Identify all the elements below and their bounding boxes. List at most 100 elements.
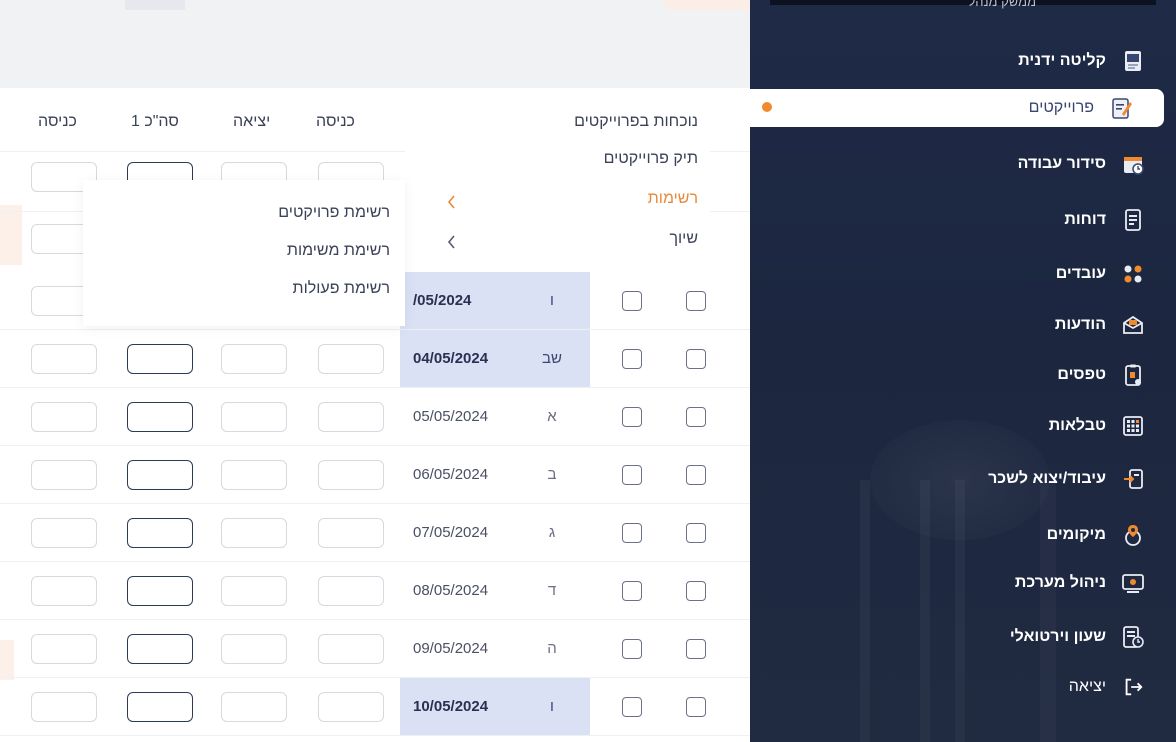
column-header-entry-2: כניסה [38, 113, 77, 130]
row-checkbox[interactable] [622, 697, 642, 717]
submenu-item-action-list[interactable]: רשימת פעולות [293, 280, 390, 298]
sidebar-item-locations[interactable]: מיקומים [750, 516, 1176, 554]
time-input[interactable] [318, 518, 384, 548]
payroll-export-icon [1120, 466, 1146, 492]
row-checkbox[interactable] [686, 581, 706, 601]
time-input[interactable] [318, 576, 384, 606]
tables-icon [1120, 413, 1146, 439]
virtual-clock-icon [1120, 624, 1146, 650]
time-input[interactable] [318, 402, 384, 432]
time-input[interactable] [221, 576, 287, 606]
calendar-icon [1120, 151, 1146, 177]
time-input[interactable] [221, 344, 287, 374]
time-input[interactable] [318, 460, 384, 490]
sidebar-item-system-admin[interactable]: ניהול מערכת [750, 564, 1176, 602]
menu-item-project-file[interactable]: תיק פרוייקטים [604, 150, 698, 168]
top-bar [770, 0, 1156, 5]
row-day: שב [542, 350, 562, 367]
time-input[interactable] [31, 518, 97, 548]
row-checkbox[interactable] [686, 291, 706, 311]
time-input[interactable] [31, 344, 97, 374]
time-input[interactable] [31, 576, 97, 606]
total-input[interactable] [127, 518, 193, 548]
time-input[interactable] [318, 344, 384, 374]
time-input[interactable] [221, 634, 287, 664]
row-checkbox[interactable] [622, 349, 642, 369]
sidebar-item-forms[interactable]: טפסים [750, 356, 1176, 394]
forms-icon [1120, 362, 1146, 388]
sidebar-item-virtual-clock[interactable]: שעון וירטואלי [750, 618, 1176, 656]
total-input[interactable] [127, 692, 193, 722]
row-checkbox[interactable] [622, 581, 642, 601]
menu-item-assignment[interactable]: שיוך [669, 230, 698, 248]
sidebar-item-label: עובדים [1055, 265, 1106, 282]
row-date: /05/2024 [413, 292, 472, 309]
sidebar-item-messages[interactable]: הודעות [750, 306, 1176, 344]
locations-icon [1120, 522, 1146, 548]
row-checkbox[interactable] [622, 639, 642, 659]
sidebar-item-label: יציאה [1068, 678, 1106, 695]
time-input[interactable] [31, 634, 97, 664]
sidebar-item-label: סידור עבודה [1017, 155, 1106, 172]
submenu-item-task-list[interactable]: רשימת משימות [287, 242, 390, 260]
time-input[interactable] [221, 692, 287, 722]
row-checkbox[interactable] [622, 291, 642, 311]
row-checkbox[interactable] [686, 407, 706, 427]
sidebar-item-manual-entry[interactable]: קליטה ידנית [750, 42, 1176, 80]
sidebar-item-logout[interactable]: יציאה [750, 668, 1176, 706]
sidebar-item-label: עיבוד/יצוא לשכר [988, 470, 1106, 487]
row-checkbox[interactable] [686, 697, 706, 717]
row-day: ד [547, 582, 557, 599]
chevron-left-icon [447, 235, 456, 249]
row-checkbox[interactable] [686, 465, 706, 485]
logout-icon [1120, 674, 1146, 700]
sidebar-item-projects[interactable]: פרוייקטים [750, 89, 1164, 127]
time-input[interactable] [31, 460, 97, 490]
column-header-exit: יציאה [233, 113, 271, 130]
row-date: 07/05/2024 [413, 524, 489, 541]
sidebar-item-reports[interactable]: דוחות [750, 201, 1176, 239]
sidebar-item-label: הודעות [1054, 316, 1106, 333]
sidebar-item-label: פרוייקטים [1028, 99, 1094, 116]
top-toolbar-area [0, 0, 750, 88]
sidebar-item-payroll-export[interactable]: עיבוד/יצוא לשכר [750, 460, 1176, 498]
sidebar-item-tables[interactable]: טבלאות [750, 407, 1176, 445]
total-input[interactable] [127, 344, 193, 374]
sidebar-item-label: שעון וירטואלי [1009, 628, 1106, 645]
total-input[interactable] [127, 460, 193, 490]
chevron-left-icon [447, 195, 456, 209]
row-date: 05/05/2024 [413, 408, 489, 425]
sidebar-item-label: קליטה ידנית [1018, 52, 1106, 69]
submenu-item-project-list[interactable]: רשימת פרויקטים [278, 204, 390, 222]
time-input[interactable] [318, 692, 384, 722]
total-input[interactable] [127, 634, 193, 664]
time-input[interactable] [221, 460, 287, 490]
time-input[interactable] [221, 402, 287, 432]
sidebar-item-employees[interactable]: עובדים [750, 255, 1176, 293]
row-checkbox[interactable] [622, 523, 642, 543]
row-checkbox[interactable] [686, 639, 706, 659]
row-day: ג [548, 524, 556, 541]
time-input[interactable] [31, 692, 97, 722]
total-input[interactable] [127, 576, 193, 606]
sidebar-item-work-schedule[interactable]: סידור עבודה [750, 145, 1176, 183]
row-checkbox[interactable] [686, 523, 706, 543]
row-date: 09/05/2024 [413, 640, 489, 657]
row-checkbox[interactable] [622, 407, 642, 427]
row-day: א [547, 408, 557, 425]
top-decor [665, 0, 750, 10]
time-input[interactable] [31, 402, 97, 432]
menu-item-lists[interactable]: רשימות [648, 190, 698, 208]
time-input[interactable] [221, 518, 287, 548]
time-input[interactable] [318, 634, 384, 664]
row-date: 04/05/2024 [413, 350, 489, 367]
row-checkbox[interactable] [686, 349, 706, 369]
row-checkbox[interactable] [622, 465, 642, 485]
table-row: 05/05/2024 א [0, 388, 750, 446]
table-row: 10/05/2024 ו [0, 678, 750, 736]
manual-entry-icon [1120, 48, 1146, 74]
total-input[interactable] [127, 402, 193, 432]
row-date: 10/05/2024 [413, 698, 489, 715]
menu-item-project-attendance[interactable]: נוכחות בפרוייקטים [574, 113, 698, 131]
table-row: 06/05/2024 ב [0, 446, 750, 504]
